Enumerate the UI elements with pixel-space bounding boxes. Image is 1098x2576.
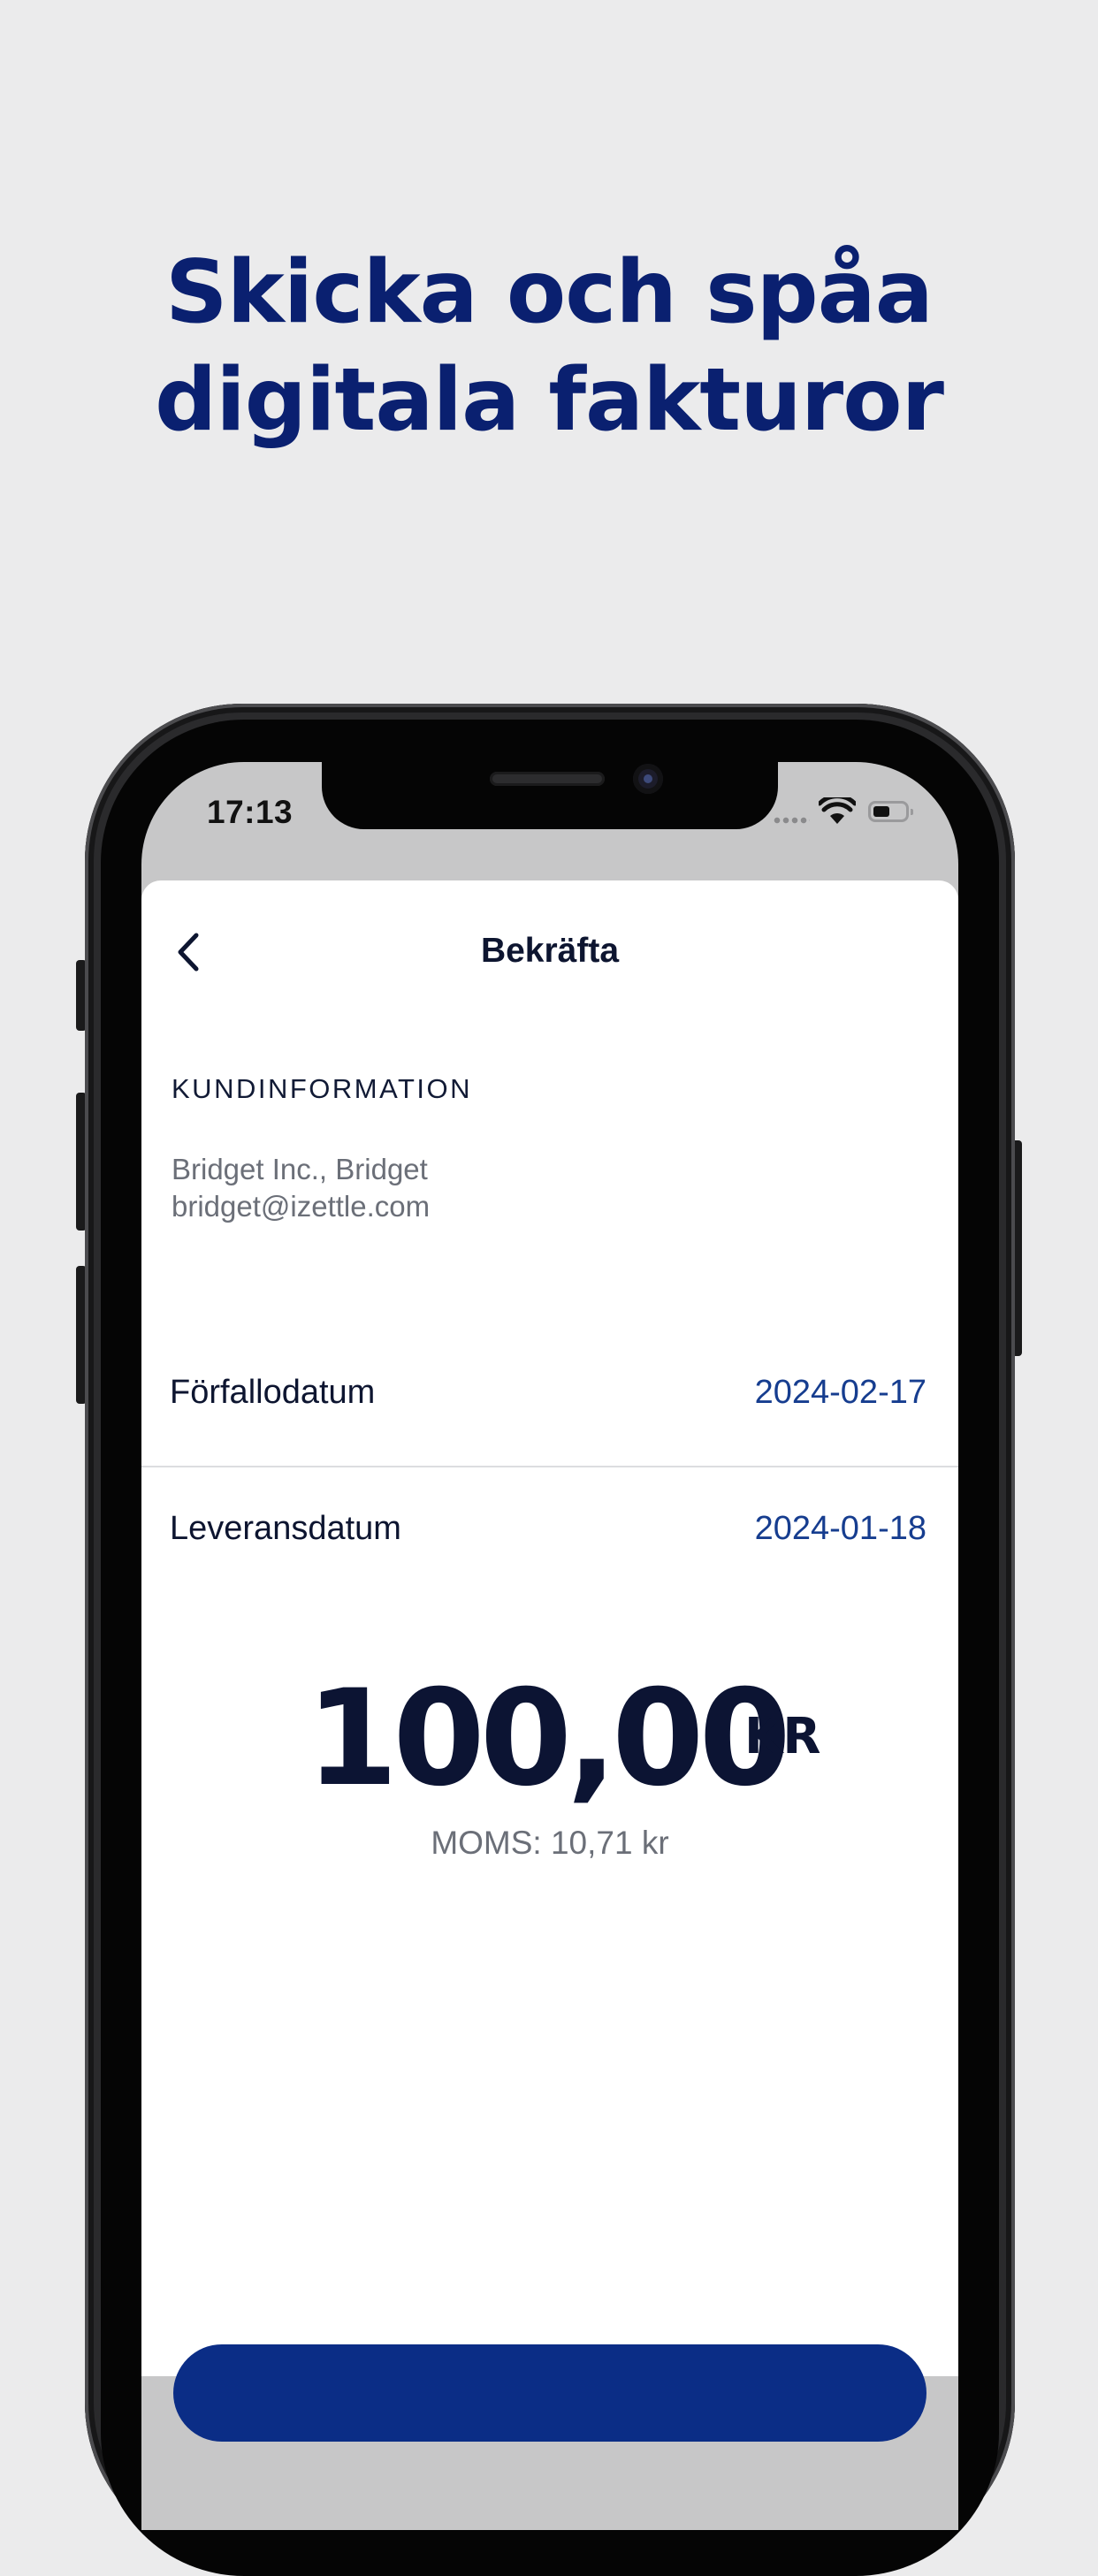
vat-amount: MOMS: 10,71 kr [431, 1825, 669, 1861]
wifi-icon [819, 797, 856, 824]
due-date-row[interactable]: Förfallodatum 2024-02-17 [141, 1335, 958, 1467]
status-icons [773, 797, 923, 829]
marketing-headline: Skicka och spåa digitala fakturor [0, 239, 1098, 454]
delivery-date-value: 2024-01-18 [754, 1510, 926, 1547]
page-title: Bekräfta [480, 932, 620, 970]
customer-name: Bridget Inc., Bridget [172, 1153, 428, 1185]
delivery-date-row[interactable]: Leveransdatum 2024-01-18 [141, 1471, 958, 1604]
due-date-value: 2024-02-17 [754, 1374, 926, 1411]
battery-icon [868, 801, 913, 822]
delivery-date-label: Leveransdatum [170, 1510, 401, 1547]
invoice-amount: 100,00 [306, 1662, 791, 1816]
signal-dots-icon [773, 817, 810, 824]
customer-info-heading: KUNDINFORMATION [172, 1073, 473, 1104]
row-divider [141, 1466, 958, 1467]
headline-line-1: Skicka och spåa [165, 242, 934, 343]
primary-action-button[interactable] [173, 2344, 926, 2442]
status-time: 17:13 [207, 794, 294, 830]
customer-email: bridget@izettle.com [172, 1190, 431, 1223]
due-date-label: Förfallodatum [170, 1374, 376, 1411]
confirm-sheet: Bekräfta KUNDINFORMATION Bridget Inc., B… [141, 880, 958, 2442]
earpiece-speaker [490, 772, 605, 786]
headline-line-2: digitala fakturor [155, 350, 944, 451]
front-camera [633, 764, 663, 794]
currency-label: KR [744, 1708, 821, 1765]
